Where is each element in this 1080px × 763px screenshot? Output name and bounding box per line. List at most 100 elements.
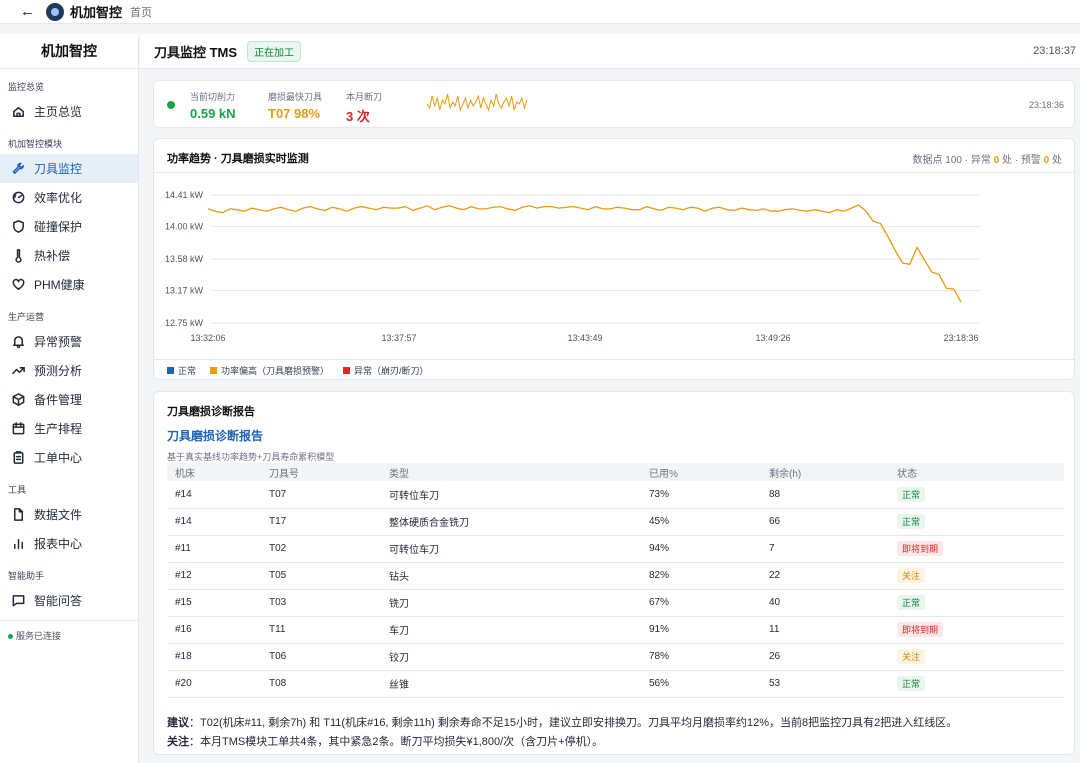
sidebar-group-label: 生产运营 xyxy=(8,312,45,322)
y-tick-label: 14.41 kW xyxy=(165,190,204,200)
stats-warning-count: 0 xyxy=(1043,155,1050,166)
cell-used: 94% xyxy=(641,535,761,563)
table-row[interactable]: #14 T17 整体硬质合金铣刀 45% 66 正常 xyxy=(167,508,1064,536)
wrench-icon xyxy=(10,161,26,177)
cell-used: 56% xyxy=(641,670,761,698)
sidebar-item-gauge[interactable]: 效率优化 xyxy=(0,183,138,212)
sidebar-group-label: 监控总览 xyxy=(8,82,45,92)
sidebar-item-home[interactable]: 主页总览 xyxy=(0,97,138,126)
status-badge: 正常 xyxy=(897,676,926,691)
legend-swatch xyxy=(210,367,218,374)
cell-status: 正常 xyxy=(889,508,1064,536)
cell-machine: #11 xyxy=(167,535,261,563)
kpi-label: 磨损最快刀具 xyxy=(268,92,323,102)
table-row[interactable]: #14 T07 可转位车刀 73% 88 正常 xyxy=(167,481,1064,509)
column-header[interactable]: 已用% xyxy=(641,463,761,481)
cell-machine: #15 xyxy=(167,589,261,617)
cell-status: 即将到期 xyxy=(889,535,1064,563)
table-row[interactable]: #12 T05 钻头 82% 22 关注 xyxy=(167,562,1064,590)
table-header-row: 机床 刀具号 类型 已用% 剩余(h) 状态 xyxy=(167,463,1064,481)
y-tick-label: 13.58 kW xyxy=(165,254,204,264)
cell-used: 91% xyxy=(641,616,761,644)
sidebar-item-label: 热补偿 xyxy=(34,249,71,263)
status-badge: 正常 xyxy=(897,514,926,529)
table-body: #14 T07 可转位车刀 73% 88 正常 #14 T17 整体硬质合金铣刀 45% 66 正常 #… xyxy=(167,481,1064,698)
stats-suffix: 处 xyxy=(1052,155,1062,166)
sidebar-title: 机加智控 xyxy=(0,34,138,69)
cell-tool: T02 xyxy=(261,535,381,563)
kpi-card: 当前切削力 0.59 kN 磨损最快刀具 T07 98% 本月断刀 3 次 23… xyxy=(153,80,1075,128)
table-row[interactable]: #20 T08 丝锥 56% 53 正常 xyxy=(167,670,1064,698)
bell-icon xyxy=(10,334,26,350)
cell-type: 钻头 xyxy=(381,562,641,590)
sparkline-path xyxy=(426,93,528,112)
cell-machine: #18 xyxy=(167,643,261,671)
sidebar-group-label: 机加智控模块 xyxy=(8,139,63,149)
sidebar-item-calendar[interactable]: 生产排程 xyxy=(0,414,138,443)
sidebar-item-heart[interactable]: PHM健康 xyxy=(0,270,138,299)
home-icon xyxy=(10,104,26,120)
sidebar-item-thermometer[interactable]: 热补偿 xyxy=(0,241,138,270)
page-header: 刀具监控 TMS 正在加工 23:18:37 xyxy=(140,34,1080,69)
legend-item[interactable]: 功率偏高（刀具磨损预警） xyxy=(210,364,329,377)
sidebar-item-wrench[interactable]: 刀具监控 xyxy=(0,154,138,183)
sidebar-item-box[interactable]: 备件管理 xyxy=(0,385,138,414)
trend-icon xyxy=(10,363,26,379)
top-bar: ← 机加智控 首页 xyxy=(0,0,1080,24)
sidebar-item-label: 报表中心 xyxy=(34,537,83,551)
force-sparkline xyxy=(426,93,528,112)
legend-label: 功率偏高（刀具磨损预警） xyxy=(221,366,330,376)
back-arrow-icon[interactable]: ← xyxy=(20,3,42,20)
legend-item[interactable]: 正常 xyxy=(167,364,196,377)
sidebar-item-file[interactable]: 数据文件 xyxy=(0,500,138,529)
breadcrumb[interactable]: 首页 xyxy=(130,4,152,20)
sidebar: 机加智控 监控总览主页总览机加智控模块刀具监控效率优化 碰撞保护热补偿 PHM健康生… xyxy=(0,34,139,763)
chat-icon xyxy=(10,593,26,609)
table-row[interactable]: #16 T11 车刀 91% 11 即将到期 xyxy=(167,616,1064,644)
status-badge: 正常 xyxy=(897,486,926,502)
advice-content: ：T02(机床#11, 剩余7h) 和 T11(机床#16, 剩余11h) 剩余… xyxy=(189,717,958,729)
sidebar-item-bar-chart[interactable]: 报表中心 xyxy=(0,529,138,558)
report-description: 基于真实基线功率趋势+刀具寿命累积模型 xyxy=(167,452,335,462)
legend-item[interactable]: 异常（崩刃/断刀） xyxy=(343,364,429,377)
sidebar-item-shield[interactable]: 碰撞保护 xyxy=(0,212,138,241)
sidebar-item-clipboard[interactable]: 工单中心 xyxy=(0,443,138,472)
x-tick-label: 13:37:57 xyxy=(381,333,416,343)
cell-used: 73% xyxy=(641,481,761,509)
connection-status: 服务已连接 xyxy=(0,621,138,642)
connection-label: 服务已连接 xyxy=(16,631,62,641)
column-header[interactable]: 剩余(h) xyxy=(761,463,889,481)
cell-used: 67% xyxy=(641,589,761,617)
sidebar-item-bell[interactable]: 异常预警 xyxy=(0,327,138,356)
column-header[interactable]: 类型 xyxy=(381,463,641,481)
sidebar-item-chat[interactable]: 智能问答 xyxy=(0,586,138,615)
app-brand: 机加智控 xyxy=(70,5,123,20)
column-header[interactable]: 刀具号 xyxy=(261,463,381,481)
cell-status: 即将到期 xyxy=(889,616,1064,644)
sidebar-item-trend[interactable]: 预测分析 xyxy=(0,356,138,385)
cell-remain: 22 xyxy=(761,562,889,590)
cell-remain: 88 xyxy=(761,481,889,509)
cell-type: 可转位车刀 xyxy=(381,535,641,563)
cell-machine: #20 xyxy=(167,670,261,698)
cell-tool: T07 xyxy=(261,481,381,509)
column-header[interactable]: 状态 xyxy=(889,463,1064,481)
cell-tool: T06 xyxy=(261,643,381,671)
calendar-icon xyxy=(10,421,26,437)
cell-tool: T03 xyxy=(261,589,381,617)
table-row[interactable]: #18 T06 铰刀 78% 26 关注 xyxy=(167,643,1064,671)
column-header[interactable]: 机床 xyxy=(167,463,261,481)
status-badge: 正常 xyxy=(897,595,926,610)
shield-icon xyxy=(10,219,26,235)
y-tick-label: 14.00 kW xyxy=(165,222,204,232)
table-row[interactable]: #15 T03 铣刀 67% 40 正常 xyxy=(167,589,1064,617)
table-row[interactable]: #11 T02 可转位车刀 94% 7 即将到期 xyxy=(167,535,1064,563)
legend-swatch xyxy=(343,367,351,374)
y-tick-label: 13.17 kW xyxy=(165,286,204,296)
status-badge: 即将到期 xyxy=(897,541,944,556)
cell-status: 正常 xyxy=(889,670,1064,698)
cell-remain: 66 xyxy=(761,508,889,536)
power-trend-chart[interactable]: 14.41 kW 14.00 kW 13.58 kW 13.17 kW 12.75 kW… xyxy=(154,179,1074,359)
sidebar-item-label: 刀具监控 xyxy=(34,162,83,176)
legend-label: 异常（崩刃/断刀） xyxy=(354,366,429,376)
